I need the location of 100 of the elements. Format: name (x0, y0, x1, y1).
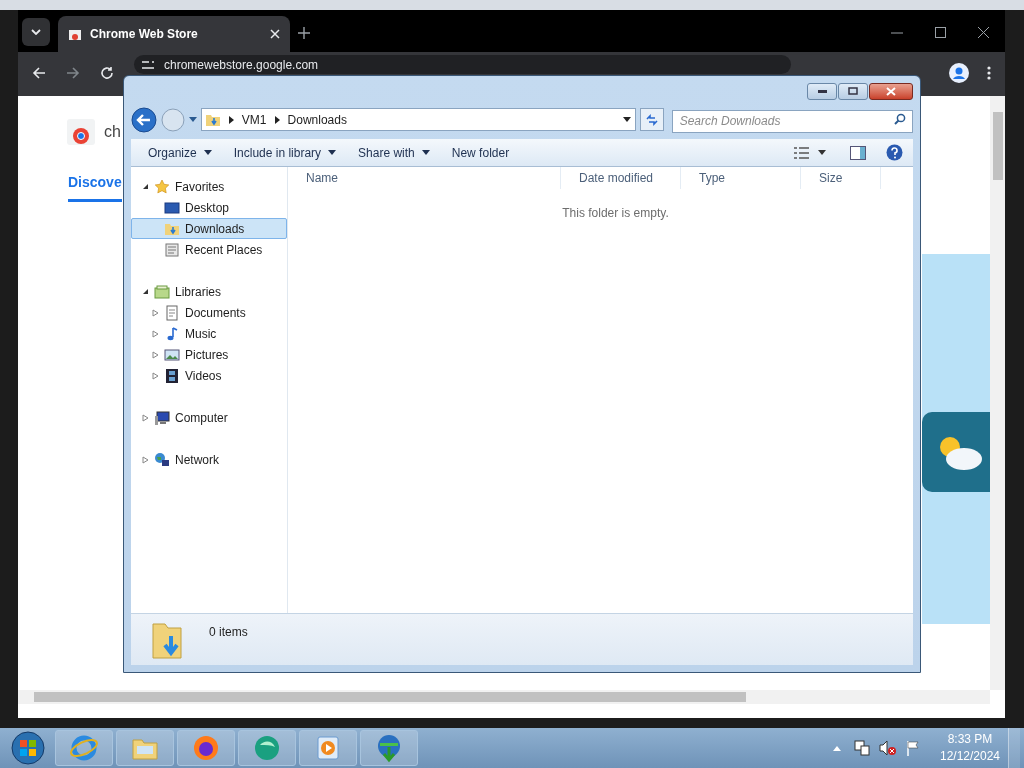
browser-icon (69, 733, 99, 763)
new-tab-icon[interactable] (298, 27, 310, 39)
tab-search-button[interactable] (22, 18, 50, 46)
vertical-scrollbar[interactable] (990, 96, 1005, 690)
collapse-arrow-icon[interactable] (142, 183, 149, 190)
horizontal-scrollbar[interactable] (18, 690, 990, 704)
taskbar-app[interactable] (360, 730, 418, 766)
empty-folder-message: This folder is empty. (562, 205, 669, 222)
address-bar[interactable]: chromewebstore.google.com (134, 55, 791, 74)
nav-item[interactable]: Videos (131, 365, 287, 386)
close-icon (886, 86, 896, 96)
column-header[interactable]: Name (288, 167, 561, 189)
site-info-icon (142, 59, 154, 70)
column-header[interactable]: Size (801, 167, 881, 189)
browser-tab[interactable]: Chrome Web Store (58, 16, 290, 52)
store-logo-icon (66, 118, 96, 146)
desktop-icon (164, 199, 180, 216)
reload-icon[interactable] (100, 66, 114, 80)
expand-arrow-icon[interactable] (142, 455, 149, 464)
expand-arrow-icon[interactable] (152, 371, 159, 380)
nav-label: Videos (185, 367, 222, 385)
breadcrumb-arrow-icon[interactable] (274, 115, 280, 124)
help-icon[interactable] (886, 144, 903, 161)
nav-item[interactable]: Music (131, 323, 287, 344)
close-icon[interactable] (978, 27, 989, 38)
nav-label: Network (175, 451, 219, 469)
toolbar-button[interactable]: New folder (442, 140, 519, 165)
document-icon (164, 304, 180, 321)
refresh-icon (644, 113, 659, 126)
site-name: ch (104, 122, 121, 142)
expand-arrow-icon[interactable] (152, 308, 159, 317)
column-header[interactable]: Date modified (561, 167, 681, 189)
toolbar-button[interactable]: Include in library (224, 140, 346, 165)
breadcrumb-item[interactable]: Downloads (287, 110, 347, 129)
profile-icon[interactable] (949, 63, 969, 83)
nav-label: Favorites (175, 178, 225, 196)
dropdown-arrow-icon (328, 150, 337, 155)
network-icon (154, 451, 170, 468)
dropdown-arrow-icon[interactable] (622, 117, 631, 122)
nav-label: Pictures (185, 346, 229, 364)
breadcrumb-arrow-icon[interactable] (228, 115, 234, 124)
globe-icon (252, 733, 282, 763)
store-icon (68, 27, 82, 41)
nav-item[interactable]: Documents (131, 302, 287, 323)
star-icon (154, 178, 170, 195)
nav-item[interactable]: Favorites (131, 176, 287, 197)
expand-arrow-icon[interactable] (142, 413, 149, 422)
minimize-button[interactable] (807, 82, 837, 100)
picture-icon (164, 346, 180, 363)
recent-places-icon (164, 241, 180, 258)
dropdown-arrow-icon[interactable] (818, 150, 826, 155)
network-icon[interactable] (854, 740, 870, 756)
search-field[interactable]: Search Downloads (671, 109, 913, 133)
nav-label: Libraries (175, 283, 222, 301)
library-icon (154, 283, 170, 300)
refresh-button[interactable] (639, 108, 664, 131)
search-icon (894, 113, 906, 125)
nav-label: Music (185, 325, 217, 343)
address-bar[interactable]: VM1 Downloads (200, 108, 636, 131)
windows-logo-icon (11, 731, 45, 765)
nav-item[interactable]: Libraries (131, 281, 287, 302)
nav-item[interactable]: Desktop (131, 197, 287, 218)
show-hidden-icons-icon[interactable] (833, 745, 841, 751)
menu-icon[interactable] (987, 66, 991, 80)
preview-pane-icon[interactable] (850, 145, 866, 160)
chevron-down-icon (31, 29, 41, 35)
dropdown-arrow-icon (203, 150, 212, 155)
maximize-icon[interactable] (935, 27, 946, 38)
computer-icon (154, 409, 170, 426)
taskbar-app[interactable] (177, 730, 235, 766)
view-list-icon[interactable] (794, 146, 810, 159)
browser-icon (191, 733, 221, 763)
tab-title: Chrome Web Store (90, 26, 199, 43)
nav-label: Computer (175, 409, 228, 427)
breadcrumb-item[interactable]: VM1 (241, 110, 267, 129)
maximize-button[interactable] (838, 82, 868, 100)
nav-item[interactable]: Recent Places (131, 239, 287, 260)
clock-date: 12/12/2024 (939, 748, 1001, 765)
nav-item[interactable]: Pictures (131, 344, 287, 365)
dropdown-arrow-icon (421, 150, 430, 155)
toolbar-button[interactable]: Organize (139, 140, 221, 165)
expand-arrow-icon[interactable] (152, 350, 159, 359)
nav-label: Recent Places (185, 241, 263, 259)
nav-item[interactable]: Network (131, 449, 287, 470)
clock-time: 8:33 PM (947, 731, 993, 748)
forward-arrow-icon[interactable] (66, 66, 80, 80)
film-icon (164, 367, 180, 384)
collapse-arrow-icon[interactable] (142, 288, 149, 295)
item-count: 0 items (209, 624, 248, 641)
column-header[interactable]: Type (681, 167, 801, 189)
url-text: chromewebstore.google.com (164, 57, 319, 72)
toolbar-button[interactable]: Share with (349, 140, 439, 165)
muted-speaker-icon[interactable] (879, 740, 897, 756)
close-button[interactable] (869, 82, 913, 100)
nav-item[interactable]: Downloads (131, 218, 287, 239)
minimize-icon[interactable] (891, 31, 903, 34)
expand-arrow-icon[interactable] (152, 329, 159, 338)
nav-label: Documents (185, 304, 246, 322)
flag-icon[interactable] (906, 740, 920, 756)
nav-item[interactable]: Computer (131, 407, 287, 428)
